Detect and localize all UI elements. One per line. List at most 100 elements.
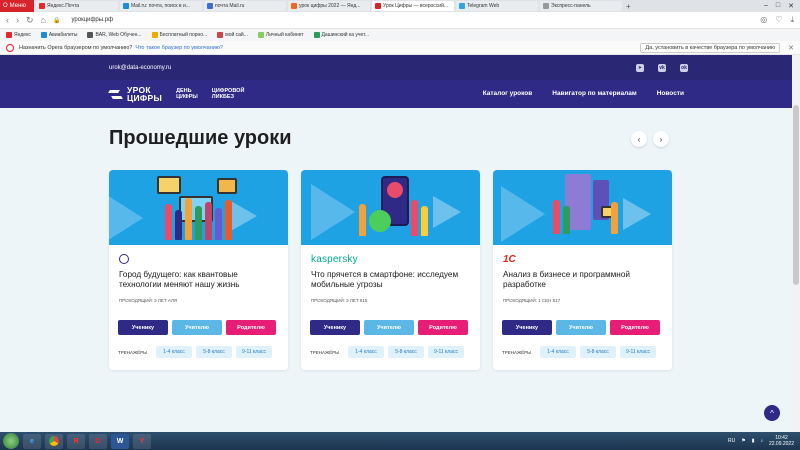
bookmark-icon (40, 32, 47, 38)
student-button[interactable]: Ученику (118, 320, 168, 335)
carousel-next-button[interactable]: › (653, 131, 669, 147)
student-button[interactable]: Ученику (502, 320, 552, 335)
parent-button[interactable]: Родителю (226, 320, 276, 335)
nav-navigator[interactable]: Навигатор по материалам (552, 90, 636, 97)
notice-link[interactable]: Что такое браузер по умолчанию? (135, 45, 223, 51)
bookmark-label: Яндекс (14, 32, 31, 38)
digital-likbez-link[interactable]: ЦИФРОВОЙ ЛИКБЕЗ (212, 88, 245, 100)
browser-tab[interactable]: урок цифры 2022 — Янд... (288, 1, 370, 11)
home-icon[interactable]: ⌂ (41, 15, 46, 25)
back-icon[interactable]: ‹ (6, 15, 9, 25)
close-window-icon[interactable]: ✕ (788, 2, 794, 10)
lesson-date: Проходящий: 3 лет 815 (311, 298, 368, 303)
site-logo[interactable]: УРОК ЦИФРЫ (109, 86, 162, 103)
partner-logo: 1С (503, 254, 516, 265)
teacher-button[interactable]: Учителю (172, 320, 222, 335)
language-indicator[interactable]: RU (728, 438, 735, 444)
bookmark-label: Бесплатный порно... (159, 32, 208, 38)
browser-tab[interactable]: Яндекс.Почта (36, 1, 118, 11)
network-icon[interactable]: ▮ (752, 438, 755, 444)
clock-date: 22.09.2022 (768, 441, 794, 447)
teacher-button[interactable]: Учителю (556, 320, 606, 335)
lesson-title[interactable]: Что прячется в смартфоне: исследуем моби… (311, 270, 473, 290)
ie-icon[interactable]: e (23, 433, 41, 449)
browser-tab-bar: O Меню Яндекс.Почта Mail.ru: почта, поиск… (0, 0, 800, 12)
tab-label: Яндекс.Почта (47, 3, 80, 9)
carousel-prev-button[interactable]: ‹ (631, 131, 647, 147)
sub-link-line: ЛИКБЕЗ (211, 94, 235, 100)
lesson-date: Проходящий: 1 сен 817 (503, 298, 561, 303)
maximize-icon[interactable]: □ (776, 2, 780, 10)
close-notice-icon[interactable]: ✕ (788, 44, 794, 52)
nav-catalog[interactable]: Каталог уроков (483, 90, 533, 97)
browser-tab[interactable]: Mail.ru: почта, поиск в и... (120, 1, 202, 11)
word-icon[interactable]: W (111, 433, 129, 449)
vk-icon[interactable]: vk (658, 64, 666, 72)
teacher-button[interactable]: Учителю (364, 320, 414, 335)
grade-chip[interactable]: 9-11 класс (428, 346, 464, 358)
bookmark-item[interactable]: Личный кабинет (257, 32, 304, 38)
grade-chip[interactable]: 5-8 класс (580, 346, 616, 358)
lesson-card[interactable]: 1С Анализ в бизнесе и программной разраб… (493, 170, 672, 370)
parent-button[interactable]: Родителю (418, 320, 468, 335)
heart-icon[interactable]: ♡ (775, 15, 782, 25)
scroll-to-top-button[interactable]: ^ (764, 405, 780, 421)
opera-icon[interactable]: O (89, 433, 107, 449)
grade-chip[interactable]: 1-4 класс (540, 346, 576, 358)
volume-icon[interactable]: ♪ (760, 438, 763, 444)
odnoklassniki-icon[interactable]: ok (680, 64, 688, 72)
grade-chip[interactable]: 5-8 класс (388, 346, 424, 358)
grade-chip[interactable]: 9-11 класс (620, 346, 656, 358)
address-bar: ‹ › ↻ ⌂ 🔒 урокцифры.рф ◎ ♡ ⤓ (0, 12, 800, 29)
bookmark-item[interactable]: BAR, Web Обучен... (87, 32, 142, 38)
lesson-card[interactable]: Город будущего: как квантовые технологии… (109, 170, 288, 370)
browser-tab-active[interactable]: Урок Цифры — всероссий... (372, 1, 454, 11)
grade-chip[interactable]: 5-8 класс (196, 346, 232, 358)
speed-dial-icon (543, 3, 549, 9)
contact-email[interactable]: urok@data-economy.ru (109, 65, 171, 71)
opera-icon: O (3, 3, 8, 9)
snapshot-icon[interactable]: ◎ (760, 15, 767, 25)
yandex-icon[interactable]: Я (67, 433, 85, 449)
lesson-card[interactable]: kaspersky Что прячется в смартфоне: иссл… (301, 170, 480, 370)
telegram-icon (459, 3, 465, 9)
lesson-title[interactable]: Город будущего: как квантовые технологии… (119, 270, 281, 290)
browser-tab[interactable]: почта Mail.ru (204, 1, 286, 11)
set-default-button[interactable]: Да, установить в качестве браузера по ум… (640, 42, 781, 53)
parent-button[interactable]: Родителю (610, 320, 660, 335)
bookmark-item[interactable]: Авиабилеты (40, 32, 77, 38)
grade-chip[interactable]: 1-4 класс (348, 346, 384, 358)
flag-icon[interactable]: ⚑ (741, 438, 745, 444)
telegram-icon[interactable]: ➤ (636, 64, 644, 72)
bookmark-icon (6, 32, 12, 38)
system-clock[interactable]: 10:42 22.09.2022 (769, 435, 794, 447)
forward-icon[interactable]: › (16, 15, 19, 25)
yandex-browser-icon[interactable]: Y (133, 433, 151, 449)
bookmark-item[interactable]: Дашинский ка учет... (313, 32, 369, 38)
student-button[interactable]: Ученику (310, 320, 360, 335)
trainers-label: ТРЕНАЖЁРЫ (310, 349, 340, 355)
grade-chip[interactable]: 9-11 класс (236, 346, 272, 358)
reload-icon[interactable]: ↻ (26, 15, 34, 26)
opera-logo-icon (6, 43, 14, 52)
page-scrollbar[interactable] (792, 55, 800, 432)
new-tab-button[interactable]: + (626, 2, 631, 11)
opera-menu-button[interactable]: O Меню (0, 0, 34, 12)
browser-tab[interactable]: Экспресс-панель (540, 1, 622, 11)
scrollbar-thumb[interactable] (793, 105, 799, 285)
lesson-illustration (301, 170, 480, 245)
bookmark-item[interactable]: Яндекс (6, 32, 31, 38)
nav-news[interactable]: Новости (657, 90, 684, 97)
url-field[interactable]: урокцифры.рф (71, 17, 113, 23)
bookmark-item[interactable]: Бесплатный порно... (151, 32, 208, 38)
bookmark-item[interactable]: мой сай... (217, 32, 248, 38)
lesson-date: Проходящий: 3 лет АЛЯ (119, 298, 178, 303)
grade-chip[interactable]: 1-4 класс (156, 346, 192, 358)
den-cifry-link[interactable]: ДЕНЬ ЦИФРЫ (176, 88, 198, 100)
start-button-icon[interactable] (3, 433, 19, 449)
lesson-title[interactable]: Анализ в бизнесе и программной разработк… (503, 270, 665, 290)
download-icon[interactable]: ⤓ (790, 15, 794, 25)
browser-tab[interactable]: Telegram Web (456, 1, 538, 11)
chrome-icon[interactable] (45, 433, 63, 449)
minimize-icon[interactable]: – (764, 2, 768, 10)
